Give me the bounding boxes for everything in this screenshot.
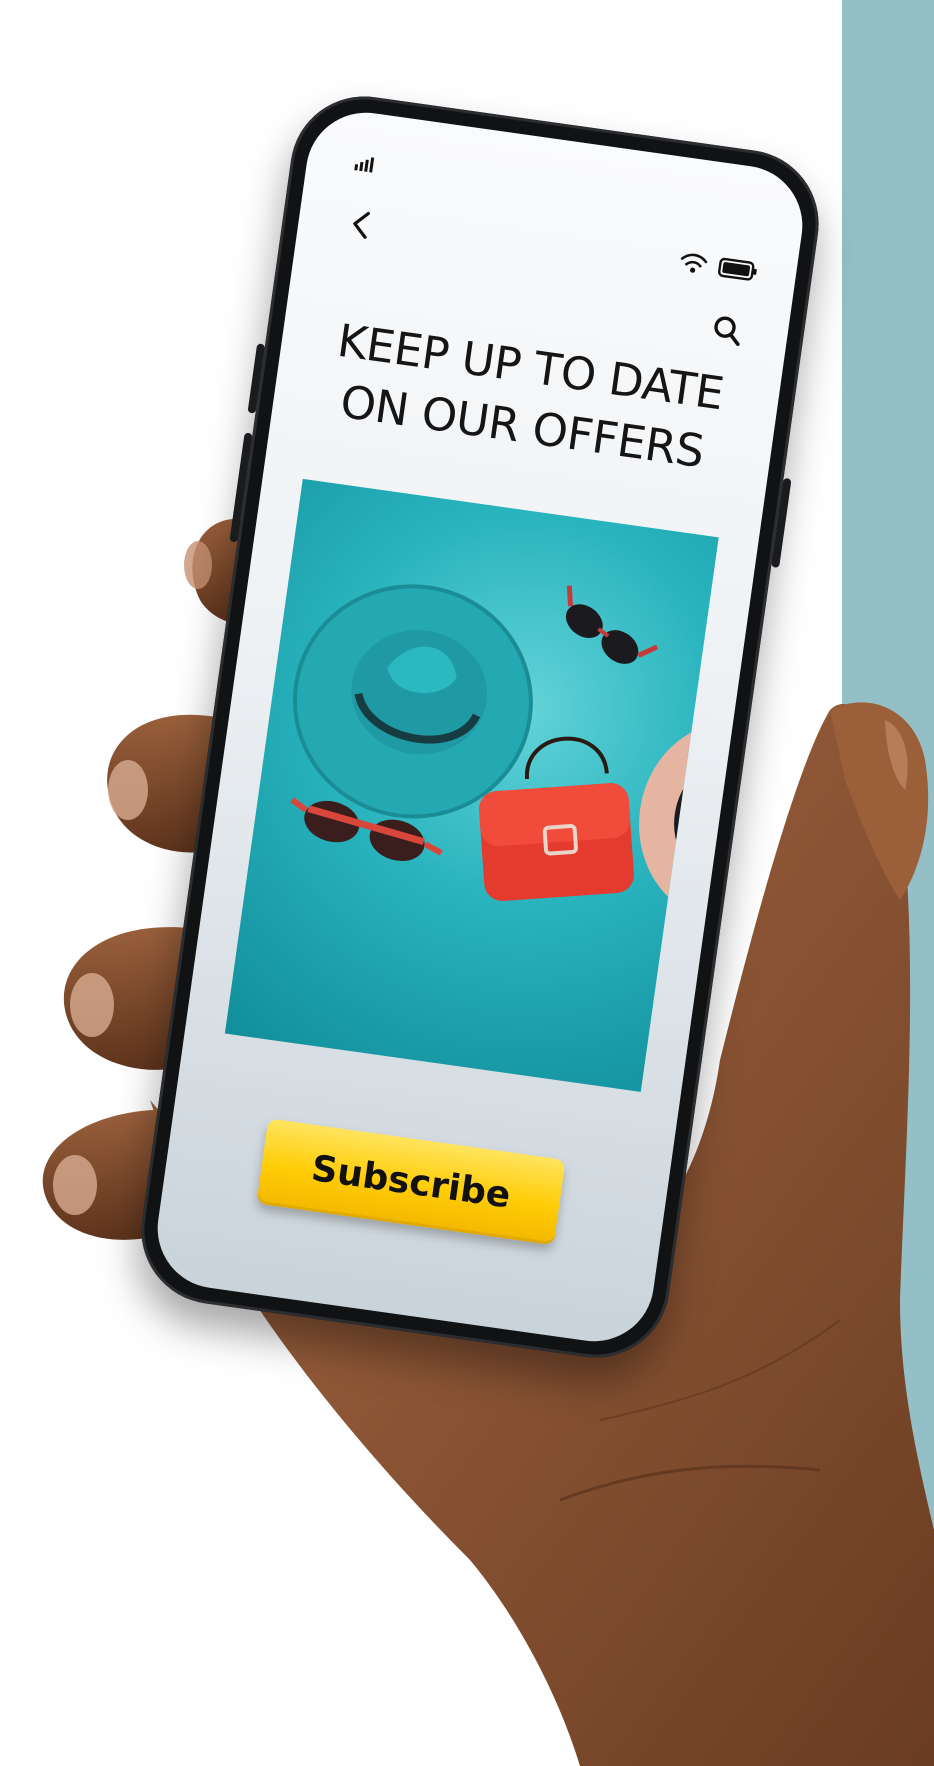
hat-straw	[639, 721, 719, 922]
sunglasses-top	[565, 585, 659, 664]
battery-icon	[718, 257, 757, 281]
search-icon[interactable]	[710, 313, 746, 349]
back-chevron-icon[interactable]	[340, 202, 385, 247]
promo-illustration	[290, 584, 719, 922]
signal-bars-icon	[354, 155, 375, 173]
promo-image	[224, 478, 719, 1092]
status-icons	[677, 249, 760, 284]
page-title: KEEP UP TO DATE ON OUR OFFERS	[334, 313, 727, 479]
wifi-icon	[680, 253, 708, 273]
subscribe-button[interactable]: Subscribe	[256, 1118, 566, 1246]
